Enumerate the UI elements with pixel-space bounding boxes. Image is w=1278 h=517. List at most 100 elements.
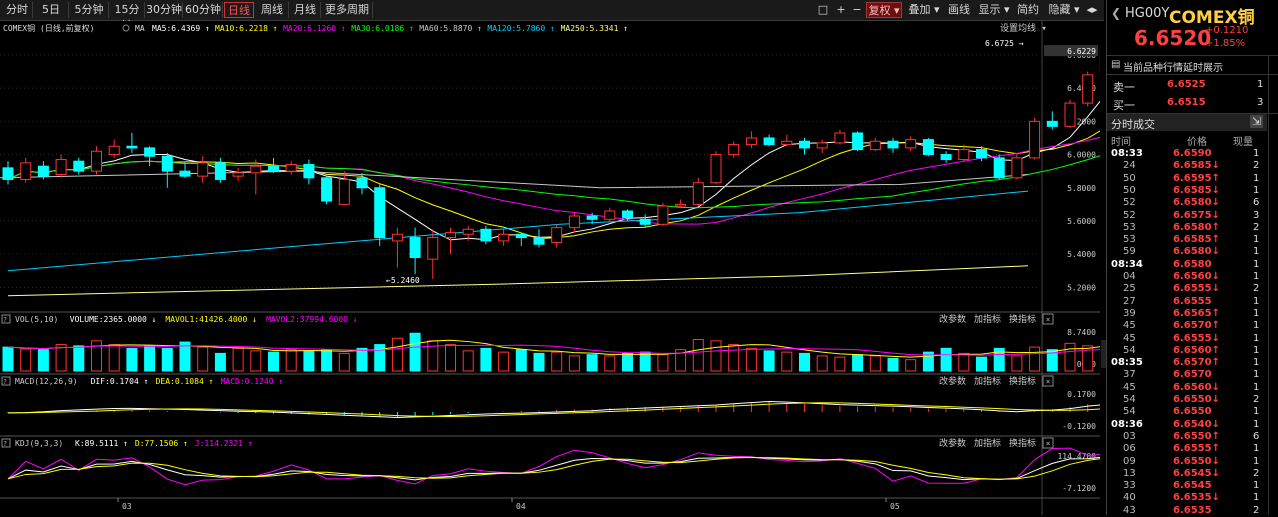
candle-body (692, 182, 704, 205)
trade-row: 09 6.6550↓ 1 (1107, 455, 1267, 468)
candle-body (250, 165, 262, 174)
trade-price: 6.6585↓ (1173, 184, 1220, 196)
trade-row: 08:33 6.6590 1 (1107, 147, 1267, 160)
trade-time: 13 (1123, 467, 1136, 479)
volume-bar (568, 355, 580, 372)
trade-time: 09 (1123, 455, 1136, 467)
volume-bar (852, 354, 864, 372)
trade-price: 6.6570↑ (1173, 320, 1220, 332)
volume-bar (976, 356, 987, 372)
candle-body (303, 164, 315, 179)
period-7-button[interactable]: 周线 (256, 2, 289, 18)
ask-label: 卖一 (1113, 81, 1135, 94)
trade-row: 40 6.6535↓ 1 (1107, 491, 1267, 504)
ma250-line (7, 265, 1029, 297)
candle-body (869, 140, 881, 151)
layout-icon[interactable]: □ (816, 2, 830, 18)
candle-body (639, 218, 651, 225)
trade-price: 6.6560↑ (1173, 344, 1220, 356)
period-2-button[interactable]: 5分钟 (70, 2, 109, 18)
candle-body (126, 145, 138, 149)
candle-body (568, 215, 580, 229)
volume-bar (781, 351, 793, 372)
candle-body (1082, 74, 1094, 104)
candle-body (91, 150, 102, 172)
trade-qty: 1 (1253, 381, 1260, 393)
trade-time: 03 (1123, 430, 1136, 442)
price-change: +0.1210 (1205, 25, 1249, 36)
trade-row: 50 6.6585↓ 1 (1107, 184, 1267, 197)
trade-time: 40 (1123, 492, 1136, 504)
trade-time: 37 (1123, 369, 1136, 381)
trade-qty: 1 (1253, 332, 1260, 344)
trade-price: 6.6540↓ (1173, 418, 1220, 430)
expand-icon[interactable]: ⇲ (1250, 115, 1264, 128)
volume-bar (303, 351, 315, 372)
period-3-button[interactable]: 15分钟 (110, 2, 145, 32)
macd-button-0: 改参数 (939, 375, 966, 387)
ma-value-4: MA60:5.8870 ↑ (419, 24, 482, 33)
period-0-button[interactable]: 分时 (2, 2, 33, 18)
volume-bar (55, 344, 67, 372)
back-arrow-icon[interactable]: ❮ (1111, 6, 1121, 20)
candle-body (657, 205, 669, 225)
candle-body (321, 177, 333, 202)
candle-body (1064, 102, 1076, 127)
trade-time: 52 (1123, 209, 1136, 221)
period-4-button[interactable]: 30分钟 (146, 2, 183, 18)
volume-bar (1011, 355, 1023, 372)
tool-2-button[interactable]: 画线 ▾ (944, 2, 974, 32)
period-1-button[interactable]: 5日 (34, 2, 69, 18)
trade-time: 53 (1123, 234, 1136, 246)
settings-ma-button: 设置均线 ▾ (1000, 22, 1047, 34)
volume-bar (108, 344, 120, 372)
volume-bar (639, 351, 651, 372)
instrument-label: COMEX铜 (3, 23, 35, 33)
trade-qty: 1 (1253, 369, 1260, 381)
candle-body (197, 162, 209, 177)
trade-qty: 2 (1253, 283, 1260, 295)
candle-body (161, 155, 173, 172)
vol-button-0: 改参数 (939, 313, 966, 325)
ma10-line (7, 130, 1100, 240)
bid-price: 6.6515 (1167, 97, 1206, 108)
volume-bar (445, 344, 456, 372)
period-9-button[interactable]: 更多周期 ▾ (322, 2, 373, 32)
tool-1-button[interactable]: 叠加 ▾ (906, 2, 942, 18)
candle-body (409, 237, 421, 259)
candle-body (214, 162, 226, 180)
kline-chart[interactable]: COMEX铜 (日线,前复权) MA MA5:6.4369 ↑ MA10:6.2218 … (0, 21, 1100, 515)
scroll-arrows-icon[interactable]: ◂▸ (1084, 2, 1100, 18)
tool-0-button[interactable]: 复权 ▾ (866, 2, 902, 18)
volume-bar (285, 349, 297, 372)
col-time: 时间 (1111, 137, 1131, 148)
period-8-button[interactable]: 月线 (290, 2, 321, 18)
macd-help-glyph: ? (3, 378, 7, 386)
trade-price: 6.6580↓ (1173, 246, 1220, 258)
vol-value-2: MAVOL2:37994.6000 ↓ (266, 315, 358, 324)
volume-bar (356, 347, 368, 372)
trade-time: 59 (1123, 246, 1136, 258)
ma-value-0: MA5:6.4369 ↑ (152, 24, 210, 33)
trade-time: 27 (1123, 295, 1136, 307)
volume-bar (20, 348, 32, 372)
zoom-out-icon[interactable]: − (850, 2, 864, 18)
trade-row: 45 6.6560↓ 1 (1107, 381, 1267, 394)
tool-3-button[interactable]: 显示 ▾ (976, 2, 1012, 18)
zoom-in-icon[interactable]: + (834, 2, 848, 18)
tool-4-button[interactable]: 简约 (1014, 2, 1042, 18)
macd-value-0: DIF:0.1704 ↑ (91, 377, 149, 386)
candle-body (728, 144, 740, 156)
volume-bar (37, 349, 49, 372)
volume-bar (799, 352, 810, 372)
trade-qty: 1 (1253, 344, 1260, 356)
trade-qty: 1 (1253, 271, 1260, 282)
volume-bar (427, 340, 439, 372)
tool-5-button[interactable]: 隐藏 ▾ (1046, 2, 1082, 18)
trade-row: 54 6.6550 1 (1107, 405, 1267, 418)
trade-qty: 1 (1253, 320, 1260, 332)
period-5-button[interactable]: 60分钟 (184, 2, 223, 18)
volume-bar (126, 347, 138, 372)
volume-bar (498, 351, 510, 372)
period-6-button[interactable]: 日线 (224, 2, 254, 18)
